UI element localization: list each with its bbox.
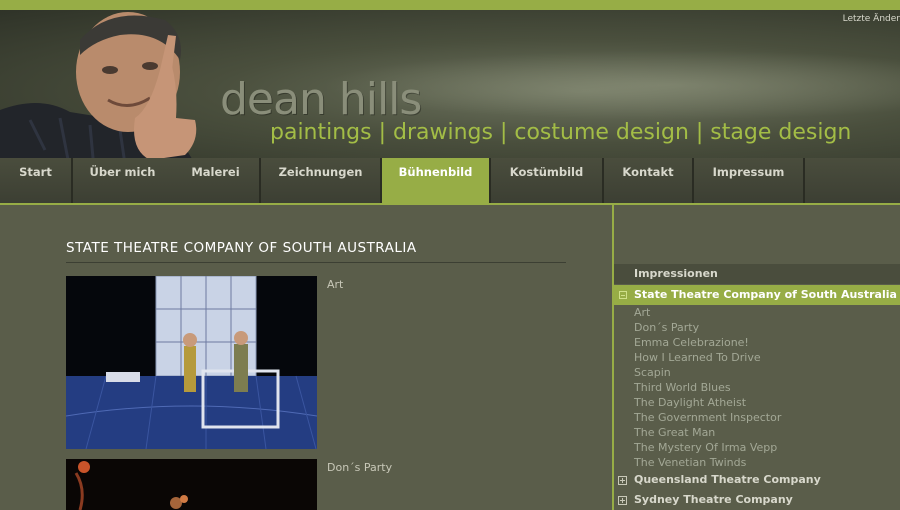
sidebar-production-government-inspector[interactable]: The Government Inspector [634, 411, 781, 424]
collapse-icon[interactable] [619, 291, 627, 299]
sidebar-production-scapin[interactable]: Scapin [634, 366, 671, 379]
expand-icon[interactable] [618, 496, 627, 505]
production-thumbnail-dons-party[interactable] [66, 459, 317, 510]
nav-item-start[interactable]: Start [0, 158, 73, 203]
production-caption-dons-party[interactable]: Don´s Party [327, 461, 392, 474]
sidebar-company-sydney[interactable]: Sydney Theatre Company [614, 491, 900, 509]
sidebar-production-venetian-twinds[interactable]: The Venetian Twinds [634, 456, 746, 469]
sidebar-production-how-i-learned-to-drive[interactable]: How I Learned To Drive [634, 351, 761, 364]
sidebar-production-mystery-of-irma-vepp[interactable]: The Mystery Of Irma Vepp [634, 441, 777, 454]
sidebar-production-daylight-atheist[interactable]: The Daylight Atheist [634, 396, 746, 409]
nav-item-zeichnungen[interactable]: Zeichnungen [261, 158, 382, 203]
sidebar-item-label: State Theatre Company of South Australia [634, 288, 897, 301]
nav-item-ueber-mich[interactable]: Über mich [73, 158, 172, 203]
last-change-note: Letzte Änder [842, 14, 900, 24]
nav-item-malerei[interactable]: Malerei [172, 158, 261, 203]
main-navigation: Start Über mich Malerei Zeichnungen Bühn… [0, 158, 900, 205]
sidebar-company-queensland[interactable]: Queensland Theatre Company [614, 471, 900, 489]
brand-name[interactable]: dean hills [220, 74, 422, 125]
brand-tagline: paintings | drawings | costume design | … [270, 120, 852, 145]
sidebar-company-label: Sydney Theatre Company [634, 493, 793, 506]
expand-icon[interactable] [618, 476, 627, 485]
sidebar-header-impressionen[interactable]: Impressionen [614, 264, 900, 284]
nav-item-buehnenbild[interactable]: Bühnenbild [382, 158, 491, 203]
page-title: STATE THEATRE COMPANY OF SOUTH AUSTRALIA [66, 240, 566, 263]
sidebar-production-great-man[interactable]: The Great Man [634, 426, 715, 439]
sidebar-company-label: Queensland Theatre Company [634, 473, 821, 486]
sidebar-production-emma-celebrazione[interactable]: Emma Celebrazione! [634, 336, 749, 349]
production-caption-art[interactable]: Art [327, 278, 343, 291]
nav-item-kontakt[interactable]: Kontakt [604, 158, 694, 203]
sidebar-production-dons-party[interactable]: Don´s Party [634, 321, 699, 334]
sidebar-production-art[interactable]: Art [634, 306, 650, 319]
nav-item-kostuembild[interactable]: Kostümbild [491, 158, 604, 203]
nav-item-impressum[interactable]: Impressum [694, 158, 805, 203]
production-thumbnail-art[interactable] [66, 276, 317, 449]
sidebar-item-active-company[interactable]: State Theatre Company of South Australia [614, 285, 900, 305]
sidebar-production-third-world-blues[interactable]: Third World Blues [634, 381, 731, 394]
